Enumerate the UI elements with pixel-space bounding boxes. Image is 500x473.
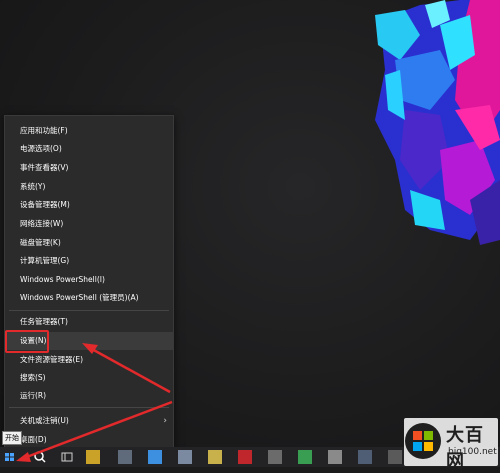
menu-item-network-connections[interactable]: 网络连接(W) [5,215,173,233]
taskbar-app-icon[interactable] [208,450,222,464]
menu-item-computer-management[interactable]: 计算机管理(G) [5,252,173,270]
taskbar-app-icon[interactable] [178,450,192,464]
winx-quick-link-menu: 应用和功能(F) 电源选项(O) 事件查看器(V) 系统(Y) 设备管理器(M)… [4,115,174,450]
taskbar-app-icon[interactable] [388,450,402,464]
taskbar-app-icon[interactable] [148,450,162,464]
menu-item-search[interactable]: 搜索(S) [5,369,173,387]
windows-logo-icon [5,453,14,461]
menu-item-label: 关机或注销(U) [20,416,69,425]
menu-item-device-manager[interactable]: 设备管理器(M) [5,196,173,214]
taskbar-app-icon[interactable] [268,450,282,464]
taskbar-app-icon[interactable] [118,450,132,464]
taskbar-app-icon[interactable] [238,450,252,464]
start-tooltip: 开始 [2,431,22,445]
menu-item-powershell-admin[interactable]: Windows PowerShell (管理员)(A) [5,289,173,307]
menu-item-shutdown-or-sign-out[interactable]: 关机或注销(U) › [5,412,173,430]
chevron-right-icon: › [163,416,167,426]
menu-item-power-options[interactable]: 电源选项(O) [5,140,173,158]
menu-item-run[interactable]: 运行(R) [5,387,173,405]
menu-item-task-manager[interactable]: 任务管理器(T) [5,313,173,331]
menu-divider [9,407,169,408]
taskbar-app-icon[interactable] [328,450,342,464]
taskbar-app-icon[interactable] [86,450,100,464]
annotation-highlight-box [5,330,49,353]
search-icon[interactable] [33,450,47,464]
task-view-icon[interactable] [60,450,74,464]
menu-item-system[interactable]: 系统(Y) [5,178,173,196]
menu-item-file-explorer[interactable]: 文件资源管理器(E) [5,351,173,369]
menu-item-apps-and-features[interactable]: 应用和功能(F) [5,122,173,140]
taskbar-app-icon[interactable] [358,450,372,464]
watermark-url: big100.net [448,447,497,457]
menu-item-powershell[interactable]: Windows PowerShell(I) [5,271,173,289]
start-button[interactable] [0,447,20,467]
menu-item-event-viewer[interactable]: 事件查看器(V) [5,159,173,177]
menu-item-disk-management[interactable]: 磁盘管理(K) [5,234,173,252]
watermark-logo-icon [405,423,441,459]
menu-divider [9,310,169,311]
taskbar-app-icon[interactable] [298,450,312,464]
watermark: 大百网 big100.net [404,418,498,472]
